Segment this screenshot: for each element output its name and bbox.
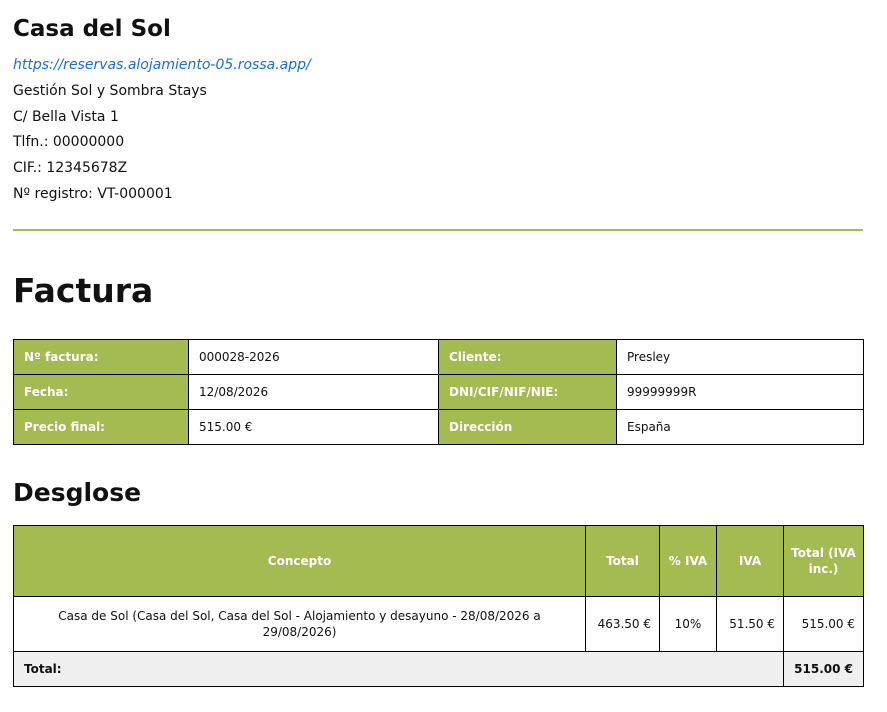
row-total-inc-vat: 515.00 € — [783, 596, 864, 652]
company-address: C/ Bella Vista 1 — [13, 109, 119, 125]
grand-total-value: 515.00 € — [783, 651, 864, 687]
table-row: Fecha: 12/08/2026 DNI/CIF/NIF/NIE: 99999… — [13, 374, 864, 410]
company-cif: CIF.: 12345678Z — [13, 160, 128, 176]
client-id-label: DNI/CIF/NIF/NIE: — [438, 374, 617, 410]
column-header-total: Total — [585, 525, 660, 597]
client-address-label: Dirección — [438, 409, 617, 445]
invoice-details-table: Nº factura: 000028-2026 Cliente: Presley… — [13, 339, 864, 445]
final-price-value: 515.00 € — [188, 409, 439, 445]
column-header-concept: Concepto — [13, 525, 586, 597]
total-row: Total: 515.00 € — [13, 651, 864, 687]
company-manager: Gestión Sol y Sombra Stays — [13, 83, 207, 99]
table-row: Precio final: 515.00 € Dirección España — [13, 409, 864, 445]
client-label: Cliente: — [438, 339, 617, 375]
row-vat: 51.50 € — [716, 596, 784, 652]
grand-total-label: Total: — [13, 651, 784, 687]
row-concept: Casa de Sol (Casa del Sol, Casa del Sol … — [13, 596, 586, 652]
date-label: Fecha: — [13, 374, 189, 410]
column-header-vat: IVA — [716, 525, 784, 597]
client-address-value: España — [616, 409, 864, 445]
date-value: 12/08/2026 — [188, 374, 439, 410]
final-price-label: Precio final: — [13, 409, 189, 445]
company-website-link[interactable]: https://reservas.alojamiento-05.rossa.ap… — [13, 57, 311, 73]
row-vat-percent: 10% — [659, 596, 717, 652]
invoice-number-value: 000028-2026 — [188, 339, 439, 375]
client-value: Presley — [616, 339, 864, 375]
breakdown-title: Desglose — [13, 478, 142, 507]
column-header-vat-percent: % IVA — [659, 525, 717, 597]
company-phone: Tlfn.: 00000000 — [13, 134, 125, 150]
breakdown-table: Concepto Total % IVA IVA Total (IVA inc.… — [13, 525, 864, 687]
client-id-value: 99999999R — [616, 374, 864, 410]
invoice-number-label: Nº factura: — [13, 339, 189, 375]
table-row: Nº factura: 000028-2026 Cliente: Presley — [13, 339, 864, 375]
company-registry: Nº registro: VT-000001 — [13, 186, 173, 202]
column-header-total-inc-vat: Total (IVA inc.) — [783, 525, 864, 597]
invoice-title: Factura — [13, 271, 154, 310]
table-header-row: Concepto Total % IVA IVA Total (IVA inc.… — [13, 525, 864, 597]
company-name: Casa del Sol — [13, 16, 171, 42]
row-total: 463.50 € — [585, 596, 660, 652]
table-row: Casa de Sol (Casa del Sol, Casa del Sol … — [13, 596, 864, 652]
header-divider — [13, 229, 863, 231]
